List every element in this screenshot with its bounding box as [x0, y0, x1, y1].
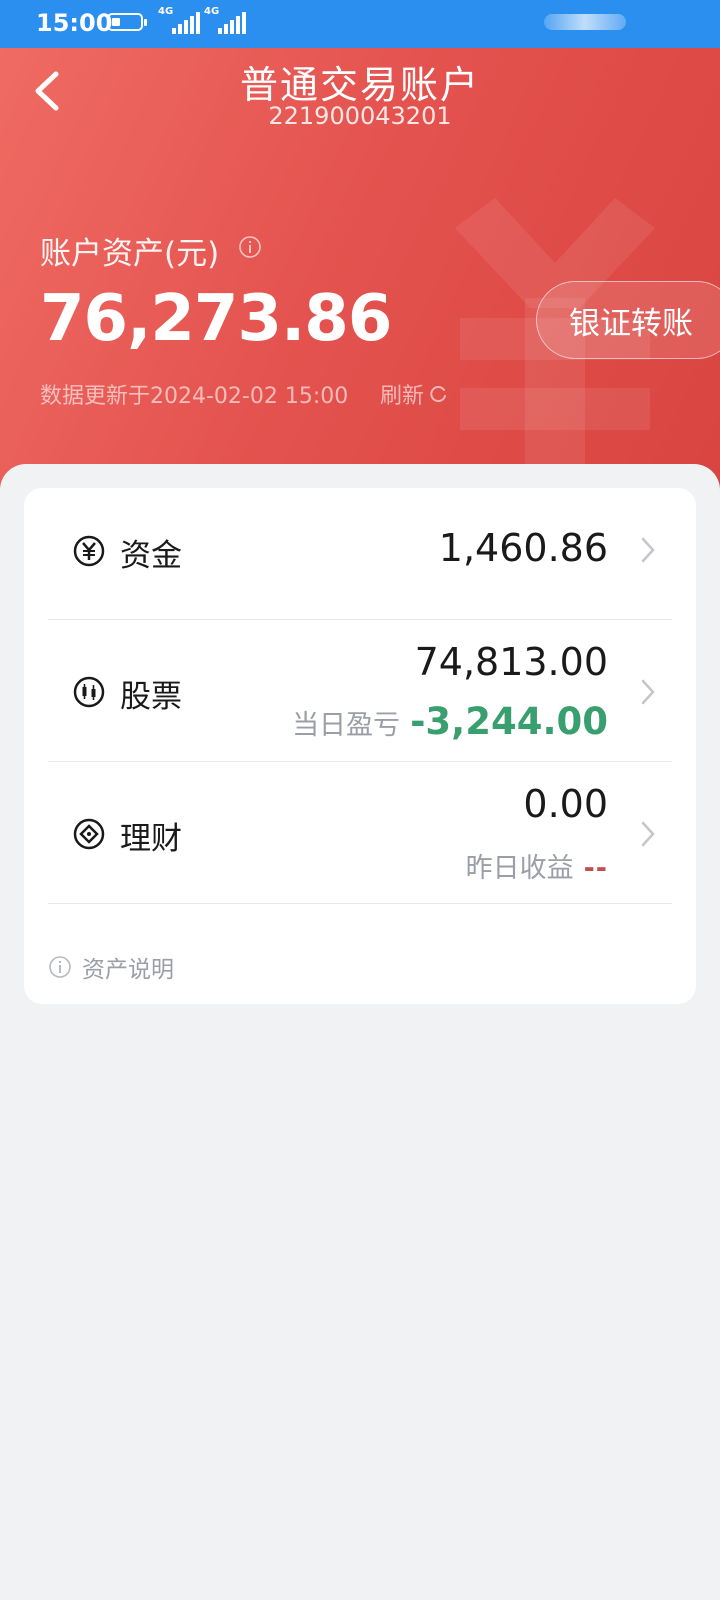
daily-pnl-value: -3,244.00 — [410, 700, 608, 743]
wealth-value: 0.00 — [523, 782, 608, 826]
status-bar: 15:00 4G 4G — [0, 0, 720, 48]
status-time: 15:00 — [36, 9, 113, 37]
yesterday-earnings-value: -- — [583, 853, 608, 884]
page-title: 普通交易账户 — [239, 63, 480, 107]
battery-icon — [107, 13, 147, 31]
daily-pnl: 当日盈亏 -3,244.00 — [292, 700, 608, 743]
refresh-label: 刷新 — [380, 384, 425, 409]
cash-value: 1,460.86 — [438, 526, 608, 570]
daily-pnl-label: 当日盈亏 — [292, 710, 401, 741]
cash-row[interactable]: 资金 1,460.86 — [48, 488, 696, 632]
network-type-1: 4G — [158, 6, 174, 17]
signal-icon-1 — [172, 10, 202, 34]
stocks-value: 74,813.00 — [414, 640, 608, 684]
candlestick-circle-icon — [73, 676, 105, 708]
signal-icon-2 — [218, 10, 248, 34]
divider — [48, 903, 672, 904]
network-type-2: 4G — [204, 6, 220, 17]
yen-circle-icon — [73, 535, 105, 567]
chevron-right-icon — [641, 821, 655, 847]
asset-explanation-label: 资产说明 — [82, 957, 174, 983]
update-timestamp: 数据更新于2024-02-02 15:00 — [40, 384, 349, 409]
assets-label: 账户资产(元) — [40, 236, 220, 272]
bank-securities-transfer-button[interactable]: 银证转账 — [536, 281, 720, 359]
asset-breakdown-card: 资金 1,460.86 股票 74,813.00 当日盈亏 -3,244.00 — [24, 488, 696, 1004]
info-icon — [49, 956, 71, 978]
wealth-management-row[interactable]: 理财 0.00 昨日收益 -- — [48, 762, 696, 906]
account-number: 221900043201 — [268, 102, 452, 130]
cash-label: 资金 — [120, 538, 182, 574]
notification-icons — [544, 14, 626, 30]
refresh-icon — [430, 386, 447, 403]
total-assets-value: 76,273.86 — [40, 282, 392, 356]
account-header: 普通交易账户 221900043201 账户资产(元) 76,273.86 银证… — [0, 48, 720, 510]
wealth-label: 理财 — [120, 821, 182, 857]
stocks-label: 股票 — [120, 679, 182, 715]
info-icon[interactable] — [238, 235, 262, 259]
stocks-row[interactable]: 股票 74,813.00 当日盈亏 -3,244.00 — [48, 620, 696, 764]
chevron-right-icon — [641, 679, 655, 705]
asset-explanation-link[interactable]: 资产说明 — [48, 950, 174, 984]
refresh-button[interactable]: 刷新 — [380, 378, 448, 410]
yesterday-earnings-label: 昨日收益 — [465, 853, 574, 884]
chevron-right-icon — [641, 537, 655, 563]
yesterday-earnings: 昨日收益 -- — [466, 846, 608, 885]
diamond-circle-icon — [73, 818, 105, 850]
